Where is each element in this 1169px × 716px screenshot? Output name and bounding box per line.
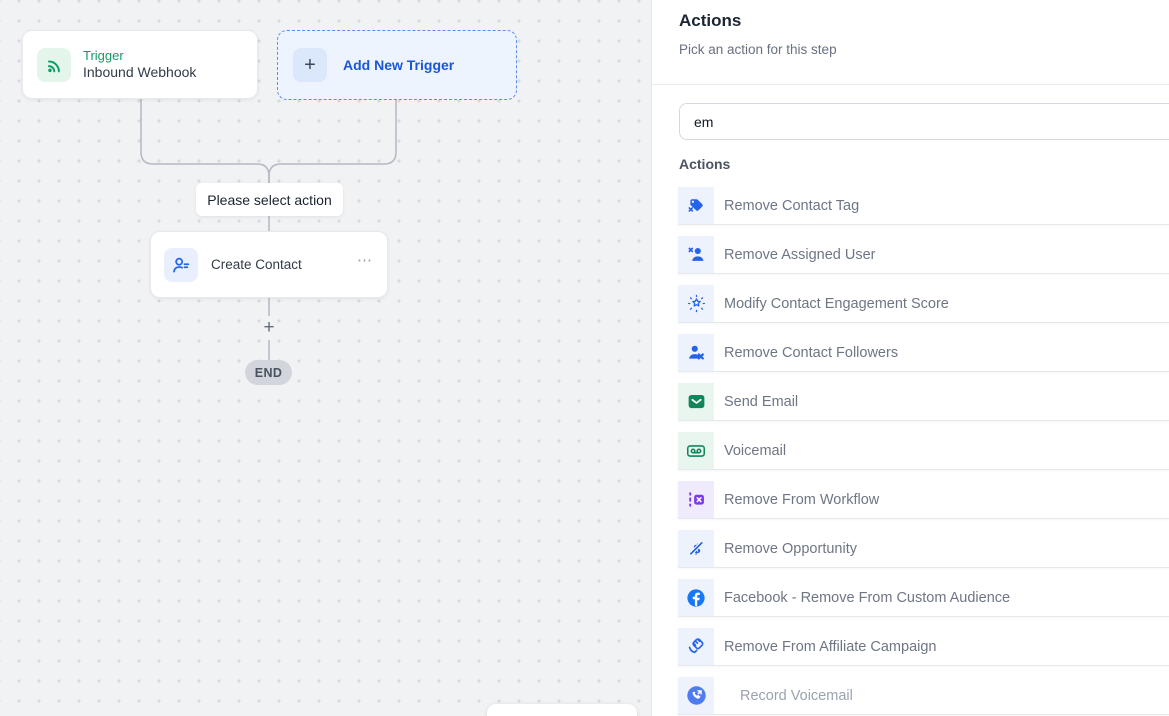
affiliate-remove-icon [678,628,714,665]
actions-section-label: Actions [679,156,730,172]
action-item-label: Facebook - Remove From Custom Audience [724,590,1010,606]
opportunity-remove-icon: $ [678,530,714,567]
action-item-label: Remove Assigned User [724,247,876,263]
action-search-input[interactable] [679,103,1169,140]
panel-subtitle: Pick an action for this step [679,42,837,57]
action-list-item[interactable]: Facebook - Remove From Custom Audience [678,579,1169,617]
action-list-item[interactable]: Remove Assigned User [678,236,1169,274]
create-contact-node[interactable]: Create Contact ⋯ [150,231,388,298]
action-item-label: Remove Opportunity [724,541,857,557]
action-list-item[interactable]: Remove Contact Tag [678,187,1169,225]
action-list-item[interactable]: Remove Contact Followers [678,334,1169,372]
action-item-label: Remove From Workflow [724,492,879,508]
action-list-item[interactable]: Record Voicemail [678,677,1169,715]
send-email-icon [678,383,714,420]
create-contact-icon [164,248,198,282]
action-list-item[interactable]: Modify Contact Engagement Score [678,285,1169,323]
tag-remove-icon [678,187,714,224]
actions-list: Remove Contact Tag Remove Assigned User Mo… [678,187,1169,716]
trigger-node[interactable]: Trigger Inbound Webhook [22,30,258,99]
action-list-item[interactable]: Send Email [678,383,1169,421]
action-list-item[interactable]: Voicemail [678,432,1169,470]
action-list-item[interactable]: Remove From Affiliate Campaign [678,628,1169,666]
webhook-rss-icon [37,48,71,82]
add-new-trigger-label: Add New Trigger [343,57,454,73]
more-options-icon[interactable]: ⋯ [357,261,374,268]
action-item-label: Send Email [724,394,798,410]
action-item-label: Modify Contact Engagement Score [724,296,949,312]
action-item-label: Voicemail [724,443,786,459]
select-action-hint: Please select action [196,183,343,216]
action-list-item[interactable]: Remove From Workflow [678,481,1169,519]
add-step-button[interactable]: + [258,317,280,339]
end-node: END [245,360,292,385]
panel-title: Actions [679,11,741,31]
connector-lines [0,0,652,716]
action-node-label: Create Contact [211,257,357,272]
actions-panel: Actions Pick an action for this step Act… [652,0,1169,716]
canvas-bottom-panel [487,704,637,716]
engagement-score-icon [678,285,714,322]
trigger-name: Inbound Webhook [83,64,196,82]
action-list-item[interactable]: $ Remove Opportunity [678,530,1169,568]
plus-icon: + [293,48,327,82]
action-item-label: Remove Contact Tag [724,198,859,214]
facebook-icon [678,579,714,616]
workflow-canvas[interactable]: Trigger Inbound Webhook + Add New Trigge… [0,0,652,716]
add-new-trigger-button[interactable]: + Add New Trigger [277,30,517,100]
action-item-label: Remove Contact Followers [724,345,898,361]
record-voicemail-icon [678,677,714,714]
follower-remove-icon [678,334,714,371]
user-remove-icon [678,236,714,273]
trigger-category: Trigger [83,48,196,64]
action-item-label: Record Voicemail [740,688,853,704]
workflow-builder: Trigger Inbound Webhook + Add New Trigge… [0,0,1169,716]
workflow-remove-icon [678,481,714,518]
panel-divider [652,84,1169,85]
action-item-label: Remove From Affiliate Campaign [724,639,937,655]
voicemail-icon [678,432,714,469]
